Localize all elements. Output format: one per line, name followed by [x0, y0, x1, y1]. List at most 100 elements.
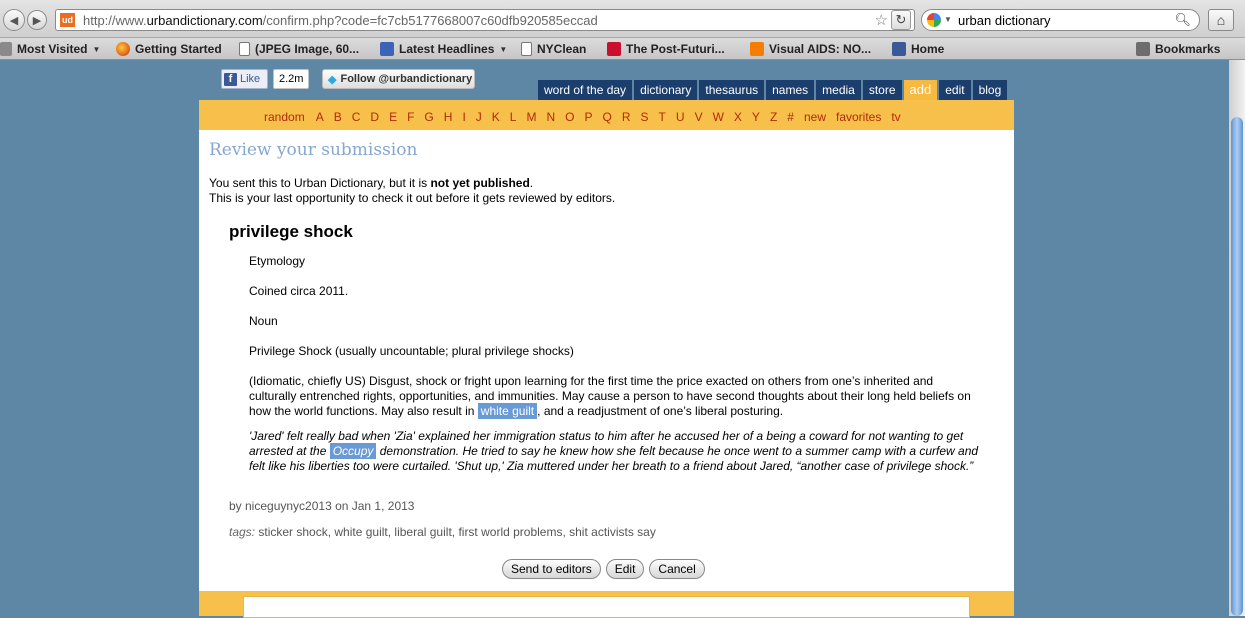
bookmark-jpeg-image[interactable]: (JPEG Image, 60... [239, 41, 359, 57]
star-folder-icon [0, 42, 12, 56]
bookmark-most-visited[interactable]: Most Visited ▼ [0, 41, 100, 57]
intro-text: You sent this to Urban Dictionary, but i… [209, 176, 431, 190]
send-to-editors-button[interactable]: Send to editors [502, 559, 601, 579]
bookmark-nyclean[interactable]: NYClean [521, 41, 586, 57]
bookmark-getting-started[interactable]: Getting Started [116, 41, 222, 57]
letter-link[interactable]: V [695, 110, 703, 124]
definition-text: (Idiomatic, chiefly US) Disgust, shock o… [249, 374, 979, 419]
letter-link[interactable]: K [492, 110, 500, 124]
twitter-follow-button[interactable]: ◆ Follow @urbandictionary [322, 69, 475, 89]
url-text[interactable]: http://www.urbandictionary.com/confirm.p… [83, 13, 598, 28]
page-title: Review your submission [209, 140, 418, 160]
bookmarks-icon [1136, 42, 1150, 56]
facebook-like-button[interactable]: f Like [221, 69, 268, 89]
bookmark-label: The Post-Futuri... [626, 42, 725, 56]
page-icon [239, 42, 250, 56]
bookmark-star-icon[interactable]: ☆ [875, 11, 888, 29]
letter-link[interactable]: new [804, 110, 826, 124]
tab-media[interactable]: media [816, 80, 861, 100]
part-of-speech: Noun [249, 314, 278, 328]
tab-thesaurus[interactable]: thesaurus [699, 80, 765, 100]
letter-nav-bar: random A B C D E F G H I J K L M N O P Q R S T U V W X Y Z # new favo… [199, 100, 1014, 130]
not-published-text: not yet published [430, 176, 530, 190]
letter-link[interactable]: H [444, 110, 453, 124]
bookmarks-menu[interactable]: Bookmarks [1136, 41, 1220, 57]
address-bar[interactable]: ud http://www.urbandictionary.com/confir… [55, 9, 915, 31]
plural-text: Privilege Shock (usually uncountable; pl… [249, 344, 574, 358]
tab-names[interactable]: names [766, 80, 815, 100]
letter-link[interactable]: E [389, 110, 397, 124]
bookmark-label: Visual AIDS: NO... [769, 42, 872, 56]
bookmark-home[interactable]: Home [892, 41, 944, 57]
letter-link[interactable]: G [424, 110, 433, 124]
bookmark-latest-headlines[interactable]: Latest Headlines ▼ [380, 41, 507, 57]
intro-text-2: This is your last opportunity to check i… [209, 191, 616, 205]
letter-link[interactable]: X [734, 110, 742, 124]
tags-line: tags: sticker shock, white guilt, libera… [229, 525, 656, 539]
letter-link[interactable]: T [659, 110, 666, 124]
letter-link[interactable]: I [462, 110, 465, 124]
coined-text: Coined circa 2011. [249, 284, 349, 298]
tab-blog[interactable]: blog [972, 80, 1008, 100]
main-content: random A B C D E F G H I J K L M N O P Q R S T U V W X Y Z # new favo… [199, 100, 1014, 618]
letter-link[interactable]: C [352, 110, 361, 124]
tab-dictionary[interactable]: dictionary [634, 80, 698, 100]
letter-link[interactable]: tv [891, 110, 900, 124]
letter-link[interactable]: F [407, 110, 414, 124]
main-nav-tabs: word of the day dictionary thesaurus nam… [536, 80, 1008, 100]
bookmark-visual-aids[interactable]: Visual AIDS: NO... [750, 41, 871, 57]
occupy-link[interactable]: Occupy [329, 443, 377, 459]
letter-link[interactable]: favorites [836, 110, 881, 124]
letter-link[interactable]: random [264, 110, 305, 124]
letter-link[interactable]: S [641, 110, 649, 124]
letter-link[interactable]: Z [770, 110, 777, 124]
like-count: 2.2m [273, 69, 310, 89]
reload-button[interactable]: ↻ [891, 10, 911, 30]
letter-link[interactable]: U [676, 110, 685, 124]
rss-icon [380, 42, 394, 56]
scrollbar-thumb[interactable] [1231, 117, 1243, 616]
forward-arrow-icon: ▶ [32, 14, 42, 27]
like-label: Like [240, 73, 261, 85]
facebook-icon [892, 42, 906, 56]
letter-link[interactable]: # [787, 110, 794, 124]
tab-edit[interactable]: edit [939, 80, 971, 100]
letter-link[interactable]: N [546, 110, 555, 124]
letter-link[interactable]: P [585, 110, 593, 124]
bookmark-label: Most Visited [17, 42, 88, 56]
tab-word-of-the-day[interactable]: word of the day [538, 80, 633, 100]
letter-link[interactable]: R [622, 110, 631, 124]
letter-link[interactable]: A [316, 110, 324, 124]
dropdown-arrow-icon: ▼ [499, 44, 508, 54]
tab-add[interactable]: add [903, 80, 938, 100]
white-guilt-link[interactable]: white guilt [477, 403, 538, 419]
letter-link[interactable]: M [526, 110, 536, 124]
letter-link[interactable]: O [565, 110, 574, 124]
edit-button[interactable]: Edit [605, 559, 645, 579]
letter-link[interactable]: Y [752, 110, 760, 124]
cancel-button[interactable]: Cancel [649, 559, 705, 579]
action-buttons: Send to editors Edit Cancel [502, 559, 705, 579]
home-button[interactable]: ⌂ [1208, 9, 1234, 31]
search-bar[interactable]: ▼ urban dictionary 🔍︎ [921, 9, 1200, 31]
google-icon[interactable] [927, 13, 941, 27]
firefox-icon [116, 42, 130, 56]
footer-bar [199, 591, 1014, 618]
bookmark-post-futurist[interactable]: The Post-Futuri... [607, 41, 725, 57]
reload-icon: ↻ [895, 12, 907, 27]
forward-button[interactable]: ▶ [27, 10, 47, 30]
search-icon[interactable]: 🔍︎ [1174, 12, 1191, 28]
follow-label: Follow @urbandictionary [340, 73, 473, 85]
letter-link[interactable]: L [510, 110, 517, 124]
tab-store[interactable]: store [862, 80, 902, 100]
back-button[interactable]: ◀ [3, 9, 25, 31]
letter-link[interactable]: W [713, 110, 724, 124]
search-input[interactable]: urban dictionary [958, 13, 1051, 28]
dropdown-arrow-icon: ▼ [92, 44, 101, 54]
search-engine-dropdown-icon[interactable]: ▼ [944, 15, 952, 24]
letter-link[interactable]: D [370, 110, 379, 124]
entry-word: privilege shock [229, 222, 353, 241]
letter-link[interactable]: B [334, 110, 342, 124]
letter-link[interactable]: J [476, 110, 482, 124]
letter-link[interactable]: Q [603, 110, 612, 124]
